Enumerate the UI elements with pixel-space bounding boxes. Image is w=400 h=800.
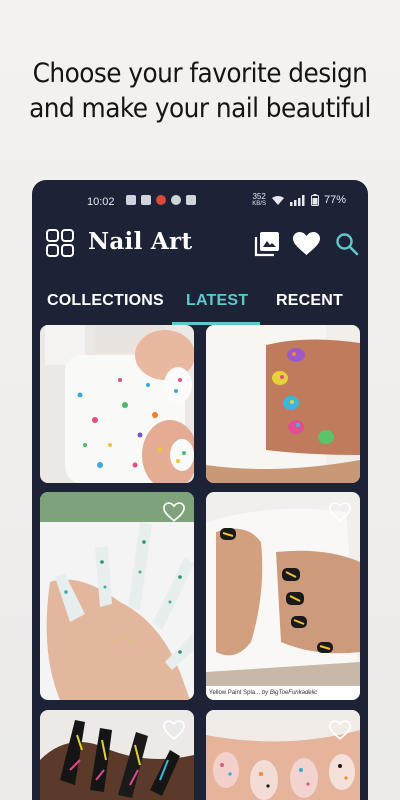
gallery-item[interactable]: Yellow Paint Spla... by BigToeFunkadelic [206,492,360,700]
status-time: 10:02 [87,196,115,208]
gallery-item[interactable] [206,325,360,483]
battery-icon [310,194,319,206]
nail-art-image [40,492,194,700]
favorite-heart-icon[interactable] [163,501,185,523]
search-button[interactable] [333,230,360,257]
gallery-item[interactable] [40,492,194,700]
tab-recent[interactable]: RECENT [276,292,343,310]
nail-art-image [40,325,194,483]
favorite-heart-icon[interactable] [329,719,351,741]
nail-art-image [206,492,360,700]
favorite-heart-icon[interactable] [329,501,351,523]
gallery-item[interactable] [206,710,360,800]
notification-app-icon [171,195,181,205]
caption-author: by BigToeFunkadelic [261,690,318,696]
notification-app-icon [156,195,166,205]
youtube-icon [186,195,196,205]
favorite-heart-icon[interactable] [163,719,185,741]
gallery-item[interactable] [40,710,194,800]
tab-bar: COLLECTIONS LATEST RECENT [32,264,368,324]
caption-title: Yellow Paint Spla... [209,690,261,696]
gallery-button[interactable] [253,230,280,257]
nail-art-image [206,325,360,483]
notification-app-icon [126,195,136,205]
phone-screen: 10:02 352 KB/S 77% Nail Art COLLECTIONS … [32,180,368,800]
system-icons: 352 KB/S 77% [252,192,346,208]
gallery-item[interactable] [40,325,194,483]
heart-icon [293,231,320,255]
network-speed: 352 KB/S [252,192,266,208]
status-bar: 10:02 352 KB/S 77% [32,180,368,222]
favorites-button[interactable] [293,230,320,257]
promo-headline: Choose your favorite design and make you… [16,56,384,126]
image-caption: Yellow Paint Spla... by BigToeFunkadelic [206,686,360,700]
promo-line-2: and make your nail beautiful [29,93,371,124]
search-icon [335,232,358,255]
wifi-icon [271,195,284,205]
network-speed-value: 352 [252,192,266,201]
notification-app-icon [141,195,151,205]
gallery-icon [254,231,279,256]
tab-latest[interactable]: LATEST [186,292,248,310]
promo-line-1: Choose your favorite design [32,58,368,89]
app-title: Nail Art [88,228,193,255]
app-bar: Nail Art [32,222,368,264]
battery-percentage: 77% [323,194,346,206]
app-bar-actions [253,230,360,257]
grid-menu-icon[interactable] [45,228,75,258]
signal-icon [289,194,305,206]
tab-collections[interactable]: COLLECTIONS [47,292,164,310]
network-speed-unit: KB/S [252,201,266,207]
notification-icons [126,195,196,205]
